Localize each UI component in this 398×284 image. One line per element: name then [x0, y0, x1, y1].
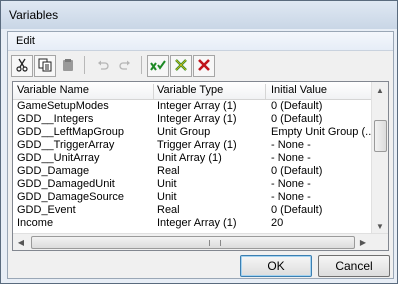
- cell-initial-value: - None -: [271, 152, 311, 164]
- ok-button[interactable]: OK: [240, 255, 312, 277]
- horizontal-scrollbar[interactable]: ◀ ▶: [13, 233, 388, 250]
- redo-button[interactable]: [114, 55, 136, 77]
- cell-initial-value: 0 (Default): [271, 113, 323, 125]
- cell-variable-name: Income: [17, 217, 54, 229]
- cell-variable-name: GameSetupModes: [17, 100, 109, 112]
- cell-variable-type: Unit Array (1): [157, 152, 222, 164]
- table-row[interactable]: GDD__TriggerArray Trigger Array (1) - None…: [13, 139, 371, 152]
- vertical-scroll-thumb[interactable]: [374, 120, 387, 152]
- column-header-variable-name[interactable]: Variable Name: [13, 84, 154, 99]
- delete-variable-icon: [197, 58, 211, 75]
- toolbar-separator: [84, 56, 85, 74]
- undo-button[interactable]: [92, 55, 114, 77]
- window-title: Variables: [9, 8, 59, 22]
- cell-variable-name: GDD__UnitArray: [17, 152, 100, 164]
- new-variable-icon: [150, 58, 166, 75]
- cell-variable-type: Integer Array (1): [157, 100, 237, 112]
- cell-variable-type: Real: [157, 204, 180, 216]
- cell-variable-type: Trigger Array (1): [157, 139, 237, 151]
- cell-initial-value: 0 (Default): [271, 100, 323, 112]
- cell-variable-type: Unit: [157, 191, 177, 203]
- cell-variable-name: GDD_DamagedUnit: [17, 178, 115, 190]
- table-row[interactable]: GDD__UnitArray Unit Array (1) - None -: [13, 152, 371, 165]
- dialog-client: Edit Variable Name Variable Type Initial…: [7, 31, 394, 279]
- cell-variable-name: GDD_Damage: [17, 165, 90, 177]
- scroll-left-icon[interactable]: ◀: [13, 234, 29, 250]
- variables-dialog: Variables Edit Variable Name Variable Ty…: [0, 0, 398, 284]
- cell-variable-type: Unit: [157, 178, 177, 190]
- cell-initial-value: - None -: [271, 191, 311, 203]
- delete-variable-button[interactable]: [193, 55, 215, 77]
- cut-button[interactable]: [11, 55, 33, 77]
- copy-icon: [38, 58, 52, 75]
- cell-variable-name: GDD_Event: [17, 204, 76, 216]
- scroll-down-icon[interactable]: ▼: [372, 218, 388, 234]
- table-row[interactable]: GameSetupModes Integer Array (1) 0 (Defaul…: [13, 100, 371, 113]
- toolbar: [8, 52, 393, 78]
- menu-edit[interactable]: Edit: [14, 34, 37, 48]
- column-header-initial-value[interactable]: Initial Value: [267, 84, 375, 99]
- horizontal-scroll-thumb[interactable]: [31, 236, 355, 249]
- cell-initial-value: - None -: [271, 178, 311, 190]
- cell-initial-value: 20: [271, 217, 284, 229]
- table-row[interactable]: GDD_DamageSource Unit - None -: [13, 191, 371, 204]
- paste-icon: [61, 58, 75, 75]
- cell-initial-value: - None -: [271, 139, 311, 151]
- cell-variable-name: GDD__Integers: [17, 113, 94, 125]
- table-row[interactable]: GDD__LeftMapGroup Unit Group Empty Unit Gr…: [13, 126, 371, 139]
- vertical-scrollbar[interactable]: ▲ ▼: [371, 82, 388, 234]
- variables-list[interactable]: Variable Name Variable Type Initial Valu…: [12, 81, 389, 251]
- grip-icon: [209, 240, 221, 246]
- menu-bar: Edit: [8, 32, 393, 51]
- table-row[interactable]: Income Integer Array (1) 20: [13, 217, 371, 230]
- scroll-right-icon[interactable]: ▶: [355, 234, 371, 250]
- cell-variable-name: GDD__TriggerArray: [17, 139, 115, 151]
- cell-variable-type: Real: [157, 165, 180, 177]
- cell-variable-type: Unit Group: [157, 126, 211, 138]
- cell-variable-type: Integer Array (1): [157, 113, 237, 125]
- title-bar[interactable]: Variables: [1, 1, 397, 29]
- edit-variable-icon: [174, 58, 188, 75]
- cell-variable-name: GDD__LeftMapGroup: [17, 126, 124, 138]
- toolbar-separator: [141, 56, 142, 74]
- cancel-button[interactable]: Cancel: [318, 255, 390, 277]
- scroll-up-icon[interactable]: ▲: [372, 82, 388, 98]
- cell-initial-value: Empty Unit Group (...: [271, 126, 371, 138]
- cell-variable-type: Integer Array (1): [157, 217, 237, 229]
- scissors-icon: [15, 58, 29, 75]
- table-row[interactable]: GDD_DamagedUnit Unit - None -: [13, 178, 371, 191]
- cell-variable-name: GDD_DamageSource: [17, 191, 124, 203]
- list-rows: GameSetupModes Integer Array (1) 0 (Defaul…: [13, 100, 371, 230]
- list-header: Variable Name Variable Type Initial Valu…: [13, 82, 371, 100]
- cell-initial-value: 0 (Default): [271, 165, 323, 177]
- paste-button[interactable]: [57, 55, 79, 77]
- column-header-variable-type[interactable]: Variable Type: [153, 84, 266, 99]
- new-variable-button[interactable]: [147, 55, 169, 77]
- edit-variable-button[interactable]: [170, 55, 192, 77]
- cell-initial-value: 0 (Default): [271, 204, 323, 216]
- table-row[interactable]: GDD_Damage Real 0 (Default): [13, 165, 371, 178]
- undo-icon: [96, 58, 110, 75]
- copy-button[interactable]: [34, 55, 56, 77]
- table-row[interactable]: GDD_Event Real 0 (Default): [13, 204, 371, 217]
- table-row[interactable]: GDD__Integers Integer Array (1) 0 (Default…: [13, 113, 371, 126]
- redo-icon: [118, 58, 132, 75]
